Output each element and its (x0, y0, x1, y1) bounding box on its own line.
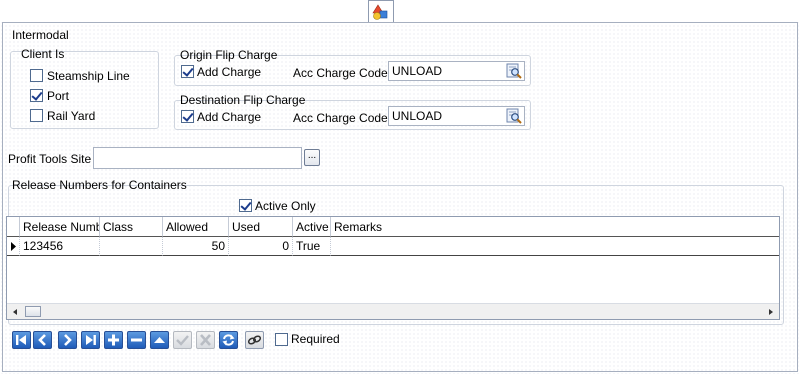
scroll-left-icon[interactable] (9, 305, 21, 319)
shapes-icon (372, 4, 388, 20)
column-header-used[interactable]: Used (229, 217, 293, 237)
link-button[interactable] (245, 331, 264, 349)
tab-strip (0, 0, 800, 22)
rail-yard-label: Rail Yard (47, 109, 96, 123)
cell-release[interactable]: 123456 (20, 237, 100, 256)
refresh-button[interactable] (219, 331, 238, 349)
prev-icon (38, 334, 46, 346)
port-checkbox[interactable] (30, 89, 43, 102)
required-label: Required (291, 332, 340, 346)
origin-add-charge-label: Add Charge (197, 65, 262, 79)
origin-acc-code-label: Acc Charge Code (293, 66, 388, 80)
remove-icon (131, 338, 142, 342)
row-pointer-icon (11, 242, 16, 251)
link-icon (247, 335, 262, 345)
column-header-class[interactable]: Class (100, 217, 163, 237)
cancel-edit-button[interactable] (196, 331, 215, 349)
profit-tools-input[interactable] (93, 147, 302, 169)
move-up-button[interactable] (150, 331, 169, 349)
last-icon (86, 335, 96, 345)
cancel-icon (200, 334, 211, 346)
next-icon (64, 334, 72, 346)
active-only-checkbox[interactable] (239, 199, 252, 212)
destination-lookup-icon[interactable] (506, 108, 522, 124)
release-numbers-legend: Release Numbers for Containers (12, 178, 187, 192)
scroll-right-icon[interactable] (765, 305, 777, 319)
destination-add-charge-checkbox[interactable] (181, 110, 194, 123)
release-numbers-grid[interactable]: Release Numb Class Allowed Used Active R… (6, 216, 780, 320)
steamship-line-label: Steamship Line (47, 69, 130, 83)
profit-tools-label: Profit Tools Site (8, 152, 92, 166)
destination-flip-legend: Destination Flip Charge (180, 93, 306, 107)
rail-yard-checkbox[interactable] (30, 109, 43, 122)
column-header-release[interactable]: Release Numb (20, 217, 100, 237)
cell-allowed[interactable]: 50 (163, 237, 229, 256)
cell-class[interactable] (100, 237, 163, 256)
confirm-button[interactable] (173, 331, 192, 349)
add-record-button[interactable] (104, 331, 123, 349)
first-icon (16, 335, 26, 345)
first-record-button[interactable] (12, 331, 31, 349)
last-record-button[interactable] (81, 331, 100, 349)
origin-add-charge-checkbox[interactable] (181, 65, 194, 78)
destination-acc-code-label: Acc Charge Code (293, 111, 388, 125)
add-icon (108, 334, 119, 346)
column-header-active[interactable]: Active (293, 217, 331, 237)
refresh-icon (222, 334, 235, 346)
confirm-icon (176, 335, 189, 346)
row-selector[interactable] (7, 237, 20, 256)
horizontal-scrollbar[interactable] (7, 303, 779, 319)
origin-flip-legend: Origin Flip Charge (180, 48, 278, 62)
port-label: Port (47, 89, 70, 103)
previous-record-button[interactable] (33, 331, 52, 349)
scroll-thumb[interactable] (25, 306, 41, 317)
steamship-line-checkbox[interactable] (30, 69, 43, 82)
next-record-button[interactable] (58, 331, 77, 349)
required-checkbox[interactable] (275, 333, 288, 346)
remove-record-button[interactable] (127, 331, 146, 349)
cell-used[interactable]: 0 (229, 237, 293, 256)
cell-remarks[interactable] (331, 237, 779, 256)
destination-acc-code-input[interactable]: UNLOAD (388, 106, 525, 126)
origin-lookup-icon[interactable] (506, 63, 522, 79)
profit-tools-browse-button[interactable]: ... (304, 149, 320, 166)
cell-active[interactable]: True (293, 237, 331, 256)
active-only-label: Active Only (255, 199, 316, 213)
destination-add-charge-label: Add Charge (197, 110, 262, 124)
column-header-remarks[interactable]: Remarks (331, 217, 779, 237)
tab-intermodal[interactable] (368, 0, 394, 22)
origin-acc-code-input[interactable]: UNLOAD (388, 61, 525, 81)
client-is-legend: Client Is (21, 47, 65, 61)
up-icon (154, 337, 165, 343)
section-title: Intermodal (12, 28, 69, 42)
column-header-allowed[interactable]: Allowed (163, 217, 229, 237)
row-header-corner (7, 217, 20, 237)
